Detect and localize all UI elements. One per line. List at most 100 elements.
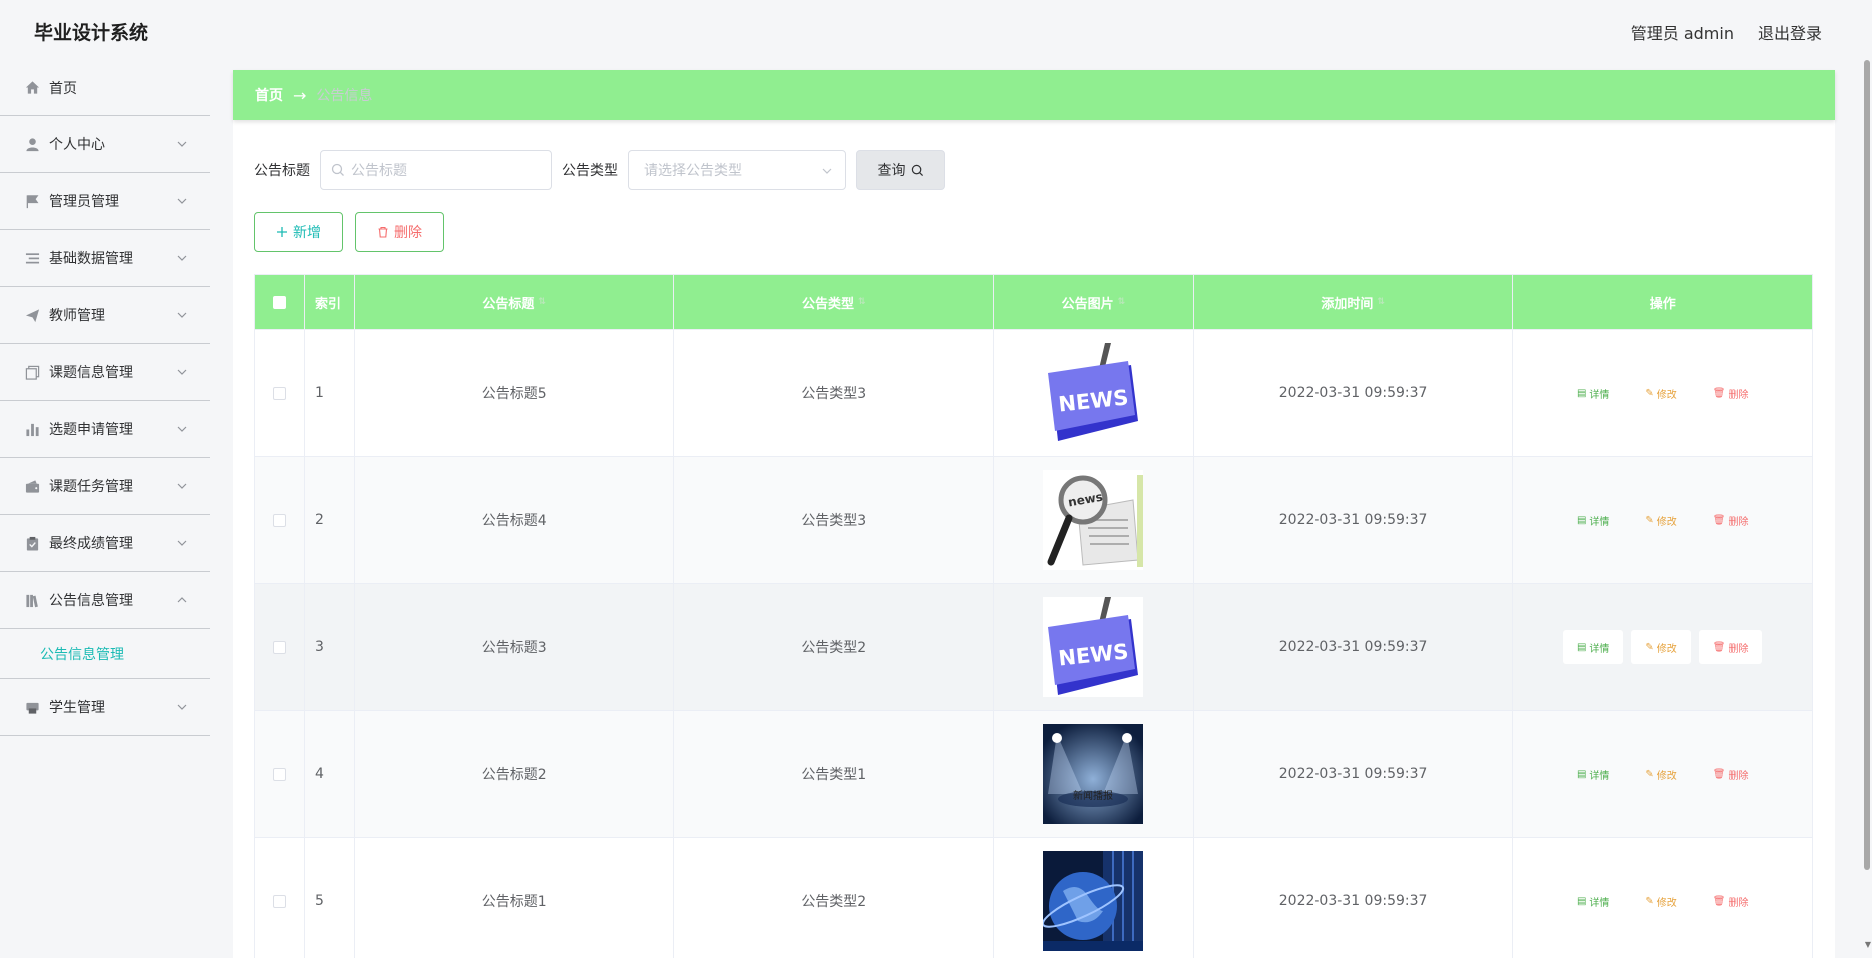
delete-button[interactable]: 删除: [355, 212, 444, 252]
type-cell: 公告类型3: [674, 457, 995, 583]
type-cell: 公告类型3: [674, 330, 995, 456]
sidebar-item-basic-data[interactable]: 基础数据管理: [0, 230, 210, 287]
list-icon: [24, 250, 40, 266]
index-cell: 1: [305, 330, 355, 456]
search-bar: 公告标题 公告标题 公告类型 请选择公告类型 查询: [254, 150, 945, 190]
sidebar-item-label: 课题信息管理: [49, 365, 133, 381]
sidebar-item-home[interactable]: 首页: [0, 60, 210, 116]
operations-cell: ▤ 详情 ✎ 修改 🗑 删除: [1513, 838, 1812, 958]
column-header-time[interactable]: 添加时间 ⇅: [1194, 275, 1514, 329]
sidebar-item-notice-management[interactable]: 公告信息管理: [0, 572, 210, 629]
add-button[interactable]: 新增: [254, 212, 343, 252]
sidebar-item-teacher-management[interactable]: 教师管理: [0, 287, 210, 344]
detail-label: 详情: [1589, 770, 1610, 782]
detail-button[interactable]: ▤ 详情: [1562, 630, 1624, 664]
sidebar-item-final-grades[interactable]: 最终成绩管理: [0, 515, 210, 572]
image-cell: [994, 838, 1194, 958]
chevron-down-icon: [177, 369, 187, 375]
admin-user-label[interactable]: 管理员 admin: [1631, 20, 1734, 44]
search-icon: [331, 163, 344, 176]
sort-icon[interactable]: ⇅: [1377, 297, 1385, 307]
select-all-checkbox[interactable]: [272, 295, 286, 309]
delete-label: 删除: [1728, 516, 1749, 528]
table-row[interactable]: 2 公告标题4 公告类型3 news 2022-03-31 09:59:37 ▤…: [255, 456, 1812, 583]
table-row[interactable]: 5 公告标题1 公告类型2 2022-03-31 09:59:37 ▤ 详情 ✎…: [255, 837, 1812, 958]
detail-button[interactable]: ▤ 详情: [1563, 884, 1623, 918]
row-checkbox[interactable]: [272, 894, 286, 908]
news-stage-image[interactable]: 新闻播报: [1043, 724, 1144, 824]
trash-icon: [378, 226, 388, 238]
row-checkbox[interactable]: [272, 386, 286, 400]
time-cell: 2022-03-31 09:59:37: [1194, 711, 1514, 837]
title-cell: 公告标题2: [355, 711, 675, 837]
sidebar-subitem-notice-management[interactable]: 公告信息管理: [0, 629, 210, 679]
column-header-title[interactable]: 公告标题 ⇅: [355, 275, 675, 329]
title-search-input[interactable]: 公告标题: [320, 150, 552, 190]
detail-label: 详情: [1589, 516, 1610, 528]
detail-button[interactable]: ▤ 详情: [1563, 757, 1623, 791]
table-row[interactable]: 1 公告标题5 公告类型3 NEWS 2022-03-31 09:59:37 ▤…: [255, 329, 1812, 456]
sidebar-item-topic-info[interactable]: 课题信息管理: [0, 344, 210, 401]
chevron-down-icon: [177, 141, 187, 147]
image-cell: NEWS: [994, 584, 1194, 710]
time-cell: 2022-03-31 09:59:37: [1194, 584, 1514, 710]
table-row[interactable]: 4 公告标题2 公告类型1 新闻播报 2022-03-31 09:59:37 ▤…: [255, 710, 1812, 837]
news-keyboard-image[interactable]: NEWS: [1043, 597, 1144, 697]
sort-icon[interactable]: ⇅: [538, 297, 546, 307]
query-button[interactable]: 查询: [856, 150, 945, 190]
trash-icon: 🗑: [1712, 641, 1726, 653]
news-keyboard-image[interactable]: NEWS: [1043, 343, 1144, 443]
sidebar-item-topic-task[interactable]: 课题任务管理: [0, 458, 210, 515]
row-delete-button[interactable]: 🗑 删除: [1699, 884, 1763, 918]
column-header-index: 索引: [305, 275, 355, 329]
sort-icon[interactable]: ⇅: [1118, 297, 1126, 307]
edit-button[interactable]: ✎ 修改: [1631, 503, 1690, 537]
edit-icon: ✎: [1645, 768, 1654, 780]
row-checkbox[interactable]: [272, 513, 286, 527]
chevron-down-icon: [177, 540, 187, 546]
column-header-image[interactable]: 公告图片 ⇅: [994, 275, 1194, 329]
query-button-label: 查询: [877, 163, 906, 179]
breadcrumb: 首页 → 公告信息: [233, 70, 1835, 120]
page-scrollbar[interactable]: ▼: [1862, 60, 1872, 958]
row-delete-button[interactable]: 🗑 删除: [1699, 376, 1763, 410]
document-icon: ▤: [1576, 895, 1587, 907]
sidebar-item-admin-management[interactable]: 管理员管理: [0, 173, 210, 230]
news-magnifier-image[interactable]: news: [1043, 470, 1144, 570]
row-checkbox[interactable]: [272, 640, 286, 654]
row-delete-button[interactable]: 🗑 删除: [1699, 757, 1763, 791]
document-icon: ▤: [1576, 641, 1587, 653]
table-row[interactable]: 3 公告标题3 公告类型2 NEWS 2022-03-31 09:59:37 ▤…: [255, 583, 1812, 710]
sidebar-item-label: 选题申请管理: [49, 422, 133, 438]
edit-button[interactable]: ✎ 修改: [1631, 376, 1690, 410]
sidebar-item-topic-application[interactable]: 选题申请管理: [0, 401, 210, 458]
sidebar-item-label: 课题任务管理: [49, 479, 133, 495]
delete-button-label: 删除: [394, 225, 422, 241]
edit-button[interactable]: ✎ 修改: [1631, 630, 1691, 664]
type-select-placeholder: 请选择公告类型: [644, 163, 742, 179]
scrollbar-thumb[interactable]: [1864, 60, 1870, 870]
wallet-icon: [24, 478, 40, 494]
row-delete-button[interactable]: 🗑 删除: [1698, 630, 1763, 664]
sidebar-item-label: 管理员管理: [49, 194, 119, 210]
row-select-cell: [255, 838, 305, 958]
sidebar-item-label: 最终成绩管理: [49, 536, 133, 552]
sidebar-item-personal-center[interactable]: 个人中心: [0, 116, 210, 173]
add-button-label: 新增: [293, 225, 321, 241]
detail-button[interactable]: ▤ 详情: [1563, 376, 1623, 410]
row-checkbox[interactable]: [272, 767, 286, 781]
type-select[interactable]: 请选择公告类型: [628, 150, 846, 190]
news-globe-image[interactable]: [1043, 851, 1144, 951]
sidebar-item-student-management[interactable]: 学生管理: [0, 679, 210, 736]
breadcrumb-separator: →: [293, 85, 307, 105]
breadcrumb-home[interactable]: 首页: [255, 85, 283, 105]
edit-button[interactable]: ✎ 修改: [1631, 884, 1690, 918]
scroll-down-arrow-icon[interactable]: ▼: [1865, 940, 1871, 949]
title-filter-label: 公告标题: [254, 163, 310, 179]
logout-link[interactable]: 退出登录: [1758, 20, 1822, 44]
column-header-type[interactable]: 公告类型 ⇅: [674, 275, 995, 329]
row-delete-button[interactable]: 🗑 删除: [1699, 503, 1763, 537]
edit-button[interactable]: ✎ 修改: [1631, 757, 1690, 791]
detail-button[interactable]: ▤ 详情: [1563, 503, 1623, 537]
sort-icon[interactable]: ⇅: [858, 297, 866, 307]
